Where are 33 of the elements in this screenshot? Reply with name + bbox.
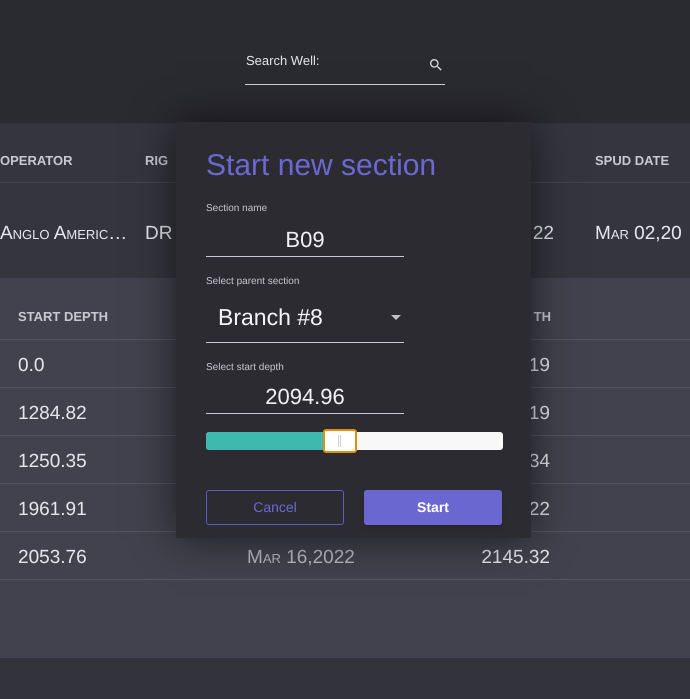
slider-thumb[interactable]	[322, 429, 357, 453]
table-cell-text: 19	[528, 402, 550, 426]
table-cell-text: Mar 16,2022	[247, 546, 355, 570]
field-label: Select parent section	[206, 275, 300, 289]
table-cell-text: 22	[532, 222, 554, 246]
table-cell-text: 1250.35	[18, 450, 87, 474]
table-cell-text: 1961.91	[18, 498, 87, 522]
table-cell-text: Mar 02,20	[595, 222, 682, 246]
column-header[interactable]: TH	[534, 307, 551, 326]
column-header[interactable]: RIG	[145, 151, 168, 170]
table-cell-text: 34	[528, 450, 550, 474]
column-header[interactable]: OPERATOR	[0, 151, 72, 170]
field-label: Section name	[206, 202, 268, 216]
column-header[interactable]: START DEPTH	[18, 307, 108, 326]
text-field[interactable]: B09	[206, 223, 404, 257]
table-cell-text: 22	[528, 498, 550, 522]
table-cell-text: 1284.82	[18, 402, 87, 426]
table-cell-text: 0.0	[18, 354, 44, 378]
slider-track[interactable]	[206, 432, 503, 450]
dialog-title: Start new section	[206, 148, 438, 184]
table-cell-text: Anglo Americ…	[0, 222, 128, 246]
text-field[interactable]: 2094.96	[206, 380, 404, 414]
table-cell-text: 2053.76	[18, 546, 87, 570]
field-label: Select start depth	[206, 361, 285, 375]
table-cell-text: DR	[145, 222, 172, 246]
dropdown[interactable]: Branch #8	[206, 293, 404, 343]
table-cell-text: 19	[528, 354, 550, 378]
search-field[interactable]: Search Well:	[245, 48, 445, 85]
start-button[interactable]: Start	[364, 490, 502, 525]
column-header[interactable]: SPUD DATE	[595, 151, 670, 170]
search-icon[interactable]	[428, 57, 444, 73]
dropdown-caret-icon	[391, 315, 401, 320]
table-cell-text: 2145.32	[481, 546, 550, 570]
